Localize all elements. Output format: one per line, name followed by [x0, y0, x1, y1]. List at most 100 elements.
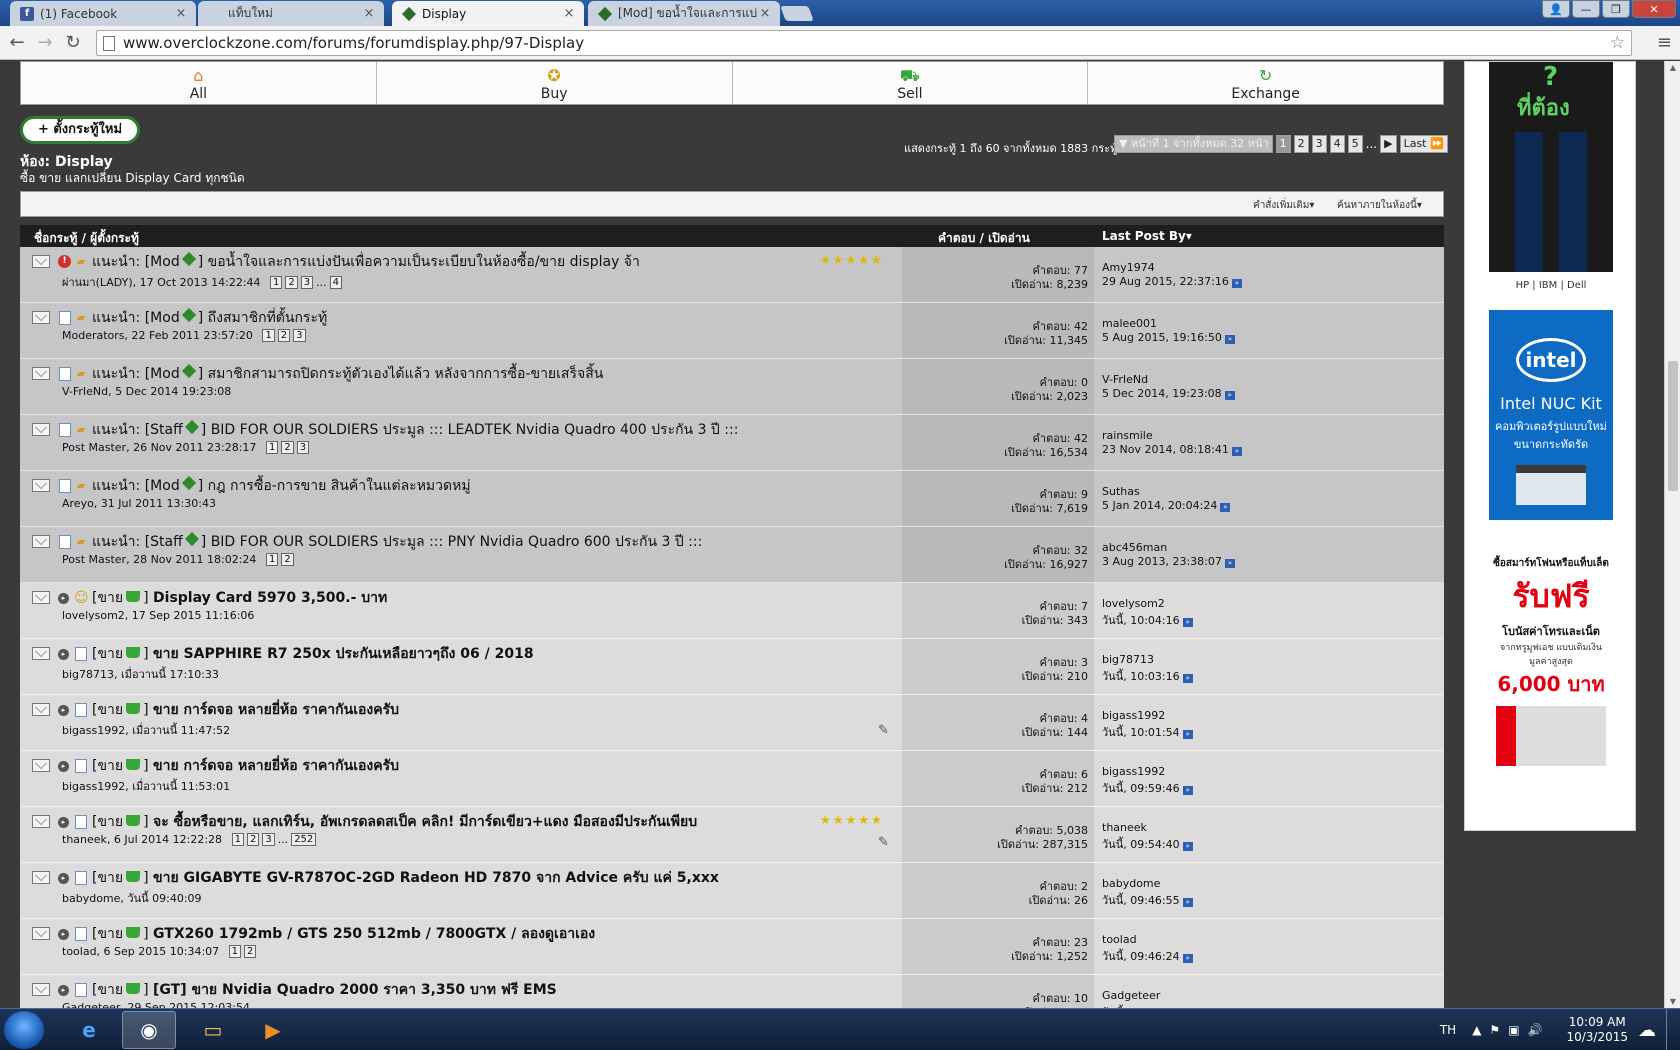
thread-author[interactable]: bigass1992, เมื่อวานนี้ 11:53:01 [62, 777, 230, 795]
thread-page-link[interactable]: 1 [231, 833, 244, 846]
go-to-last-post-icon[interactable]: » [1231, 279, 1242, 288]
thread-page-link[interactable]: 2 [285, 275, 298, 289]
thread-row[interactable]: ! ▰ แนะนำ: [Mod] ขอน้ำใจและการแบ่งปันเพื่อ… [20, 247, 1444, 303]
thread-title-link[interactable]: [GT] ขาย Nvidia Quadro 2000 ราคา 3,350 บ… [153, 982, 557, 998]
thread-row[interactable]: ▸ [ขาย] ขาย GIGABYTE GV-R787OC-2GD Radeon… [20, 863, 1444, 919]
page-jump-dropdown[interactable]: ▼ หน้าที่ 1 จากทั้งหมด 32 หน้า [1114, 135, 1273, 153]
thread-page-link[interactable]: 3 [296, 441, 310, 454]
category-buy[interactable]: ✪ Buy [377, 62, 733, 104]
start-button[interactable] [4, 1011, 44, 1049]
thread-page-link[interactable]: 2 [281, 553, 294, 566]
thread-title-link[interactable]: ขาย การ์ดจอ หลายยี่ห้อ ราคากันเองครับ [153, 702, 399, 718]
thread-row[interactable]: ▸ [ขาย] ขาย SAPPHIRE R7 250x ประกันเหลือย… [20, 639, 1444, 695]
thread-title-link[interactable]: ขาย GIGABYTE GV-R787OC-2GD Radeon HD 787… [153, 870, 719, 886]
thread-title-link[interactable]: BID FOR OUR SOLDIERS ประมูล ::: PNY Nvid… [211, 534, 703, 550]
thread-author[interactable]: thaneek, 6 Jul 2014 12:22:28 [62, 833, 222, 846]
column-stats[interactable]: คำตอบ / เปิดอ่าน [938, 229, 1030, 248]
go-to-last-post-icon[interactable]: » [1182, 898, 1193, 907]
last-post-user[interactable]: abc456man [1102, 541, 1167, 554]
next-page-button[interactable]: ▶ [1380, 135, 1397, 153]
user-icon[interactable]: 👤 [1542, 0, 1570, 18]
browser-tab-display[interactable]: Display × [392, 1, 584, 26]
go-to-last-post-icon[interactable]: » [1182, 786, 1193, 795]
go-to-last-post-icon[interactable]: » [1224, 559, 1235, 568]
last-post-user[interactable]: bigass1992 [1102, 765, 1165, 778]
thread-row[interactable]: ▰ แนะนำ: [Staff] BID FOR OUR SOLDIERS ประ… [20, 415, 1444, 471]
clock[interactable]: 10:09 AM 10/3/2015 [1566, 1015, 1628, 1045]
thread-page-link[interactable]: 1 [265, 441, 279, 454]
address-bar[interactable]: www.overclockzone.com/forums/forumdispla… [96, 30, 1632, 56]
new-thread-button[interactable]: + ตั้งกระทู้ใหม่ [20, 116, 140, 144]
thread-row[interactable]: ▰ แนะนำ: [Mod] สมาชิกสามารถปิดกระทู้ตัวเอ… [20, 359, 1444, 415]
attachment-icon[interactable]: ✎ [878, 835, 889, 850]
ad-brands[interactable]: HP | IBM | Dell [1465, 280, 1637, 291]
thread-page-link[interactable]: 2 [277, 329, 291, 342]
thread-author[interactable]: bigass1992, เมื่อวานนี้ 11:47:52 [62, 721, 230, 739]
go-to-last-post-icon[interactable]: » [1182, 842, 1193, 851]
internet-explorer-icon[interactable]: e [62, 1011, 116, 1049]
browser-tab-mod[interactable]: [Mod] ขอน้ำใจและการแบ่งปัน × [588, 1, 780, 26]
thread-author[interactable]: Post Master, 26 Nov 2011 23:28:17 [62, 441, 256, 454]
reload-icon[interactable]: ↻ [62, 32, 84, 54]
close-window-button[interactable]: ✕ [1632, 0, 1676, 18]
thread-row[interactable]: ▰ แนะนำ: [Staff] BID FOR OUR SOLDIERS ประ… [20, 527, 1444, 583]
page-link-3[interactable]: 3 [1311, 135, 1327, 153]
last-post-user[interactable]: rainsmile [1102, 429, 1153, 442]
thread-row[interactable]: ▸ [ขาย] [GT] ขาย Nvidia Quadro 2000 ราคา … [20, 975, 1444, 1008]
show-desktop-button[interactable] [1666, 1009, 1680, 1050]
more-options-dropdown[interactable]: คำสั่งเพิ่มเติม▾ [1253, 198, 1314, 213]
page-link-1[interactable]: 1 [1275, 135, 1291, 153]
thread-page-link[interactable]: 2 [281, 441, 294, 454]
category-sell[interactable]: ⛟ Sell [733, 62, 1089, 104]
column-title[interactable]: ชื่อกระทู้ / ผู้ตั้งกระทู้ [34, 229, 139, 248]
last-post-user[interactable]: toolad [1102, 933, 1137, 946]
thread-page-link[interactable]: 3 [300, 275, 314, 289]
thread-author[interactable]: Gadgeteer, 29 Sep 2015 12:03:54 [62, 1001, 250, 1008]
thread-page-link[interactable]: 1 [262, 329, 275, 342]
ad-banner-truemove[interactable]: ซื้อสมาร์ทโฟนหรือแท็บเล็ต รับฟรี โบนัสค่… [1489, 538, 1613, 766]
go-first-unread-icon[interactable]: ▸ [58, 761, 69, 772]
go-first-unread-icon[interactable]: ▸ [58, 705, 69, 716]
thread-page-link[interactable]: 3 [262, 833, 275, 846]
go-to-last-post-icon[interactable]: » [1220, 503, 1231, 512]
thread-row[interactable]: ▸ ☺ [ขาย] Display Card 5970 3,500.- บาท lov… [20, 583, 1444, 639]
go-first-unread-icon[interactable]: ▸ [58, 593, 69, 604]
language-indicator[interactable]: TH [1440, 1023, 1456, 1037]
browser-tab-facebook[interactable]: f (1) Facebook × [10, 1, 196, 26]
chrome-icon[interactable]: ◉ [122, 1011, 176, 1049]
thread-author[interactable]: ผ่านมา(LADY), 17 Oct 2013 14:22:44 [62, 273, 261, 291]
thread-page-link[interactable]: 1 [265, 553, 279, 566]
menu-icon[interactable]: ≡ [1657, 32, 1672, 53]
thread-row[interactable]: ▸ [ขาย] ขาย การ์ดจอ หลายยี่ห้อ ราคากันเอง… [20, 751, 1444, 807]
thread-author[interactable]: Post Master, 28 Nov 2011 18:02:24 [62, 553, 256, 566]
vertical-scrollbar[interactable]: ▲ ▼ [1664, 61, 1680, 1008]
last-post-user[interactable]: big78713 [1102, 653, 1154, 666]
scroll-up-icon[interactable]: ▲ [1665, 63, 1680, 72]
scrollbar-thumb[interactable] [1668, 361, 1678, 491]
thread-page-link[interactable]: 2 [244, 945, 257, 958]
category-all[interactable]: ⌂ All [21, 62, 377, 104]
thread-title-link[interactable]: GTX260 1792mb / GTS 250 512mb / 7800GTX … [153, 926, 595, 942]
thread-row[interactable]: ▸ [ขาย] ขาย การ์ดจอ หลายยี่ห้อ ราคากันเอง… [20, 695, 1444, 751]
notification-icon[interactable]: ☁ [1638, 1020, 1656, 1041]
go-first-unread-icon[interactable]: ▸ [58, 929, 69, 940]
search-forum-dropdown[interactable]: ค้นหาภายในห้องนี้▾ [1337, 198, 1422, 213]
thread-row[interactable]: ▰ แนะนำ: [Mod] ถึงสมาชิกที่ตั้นกระทู้ Mode… [20, 303, 1444, 359]
back-icon[interactable]: ← [6, 32, 28, 54]
thread-author[interactable]: Areyo, 31 Jul 2011 13:30:43 [62, 497, 216, 510]
thread-author[interactable]: big78713, เมื่อวานนี้ 17:10:33 [62, 665, 219, 683]
thread-author[interactable]: V-FrIeNd, 5 Dec 2014 19:23:08 [62, 385, 231, 398]
page-link-2[interactable]: 2 [1293, 135, 1309, 153]
browser-tab-new[interactable]: แท็บใหม่ × [198, 1, 384, 26]
thread-title-link[interactable]: ขาย การ์ดจอ หลายยี่ห้อ ราคากันเองครับ [153, 758, 399, 774]
go-to-last-post-icon[interactable]: » [1182, 618, 1193, 627]
thread-author[interactable]: Moderators, 22 Feb 2011 23:57:20 [62, 329, 253, 342]
thread-page-link[interactable]: 4 [329, 275, 343, 289]
thread-title-link[interactable]: BID FOR OUR SOLDIERS ประมูล ::: LEADTEK … [211, 422, 739, 438]
thread-title-link[interactable]: Display Card 5970 3,500.- บาท [153, 590, 387, 606]
thread-row[interactable]: ▰ แนะนำ: [Mod] กฎ การซื้อ-การขาย สินค้าใน… [20, 471, 1444, 527]
ad-banner-intel[interactable]: intel Intel NUC Kit คอมพิวเตอร์รูปแบบใหม… [1489, 310, 1613, 520]
thread-title-link[interactable]: กฎ การซื้อ-การขาย สินค้าในแต่ละหมวดหมู่ [208, 478, 471, 494]
thread-page-link[interactable]: 3 [293, 329, 306, 342]
close-icon[interactable]: × [362, 6, 376, 21]
